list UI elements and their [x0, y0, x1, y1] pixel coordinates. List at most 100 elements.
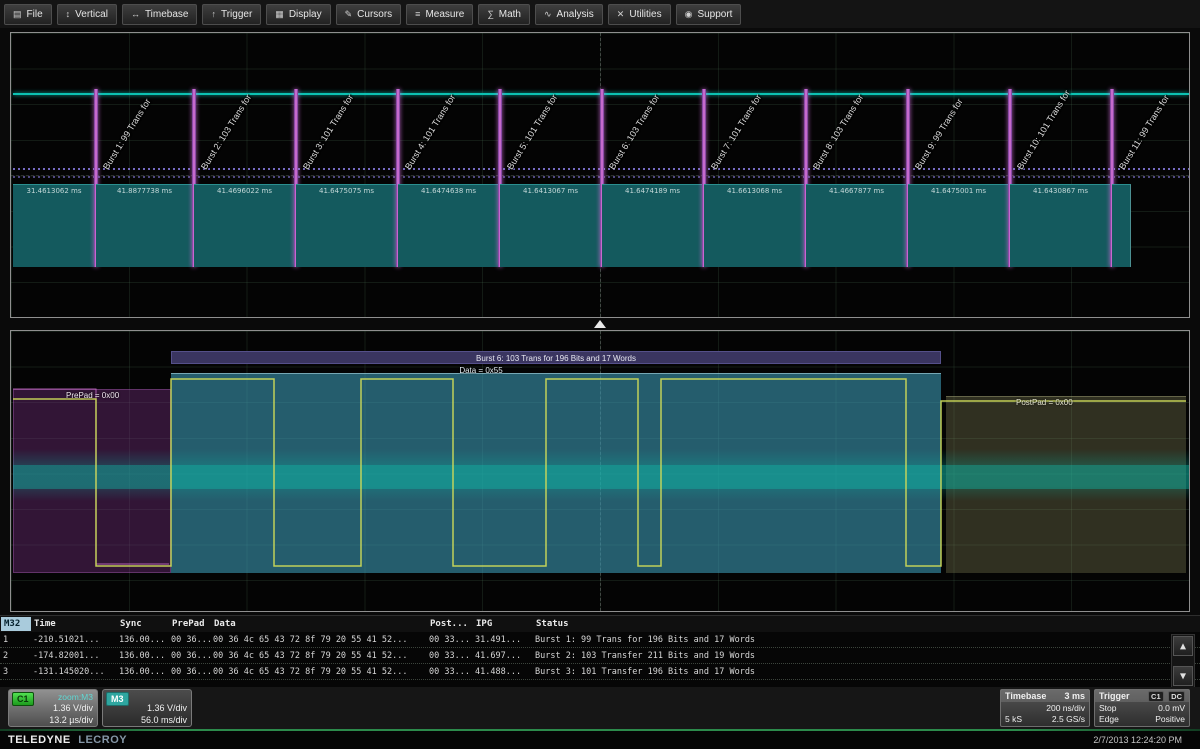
- utilities-icon: ✕: [617, 10, 625, 19]
- column-header-post: Post...: [427, 619, 473, 629]
- menu-button-label: Display: [289, 9, 322, 20]
- table-row[interactable]: 1-210.51021...136.00...00 36...00 36 4c …: [0, 632, 1200, 648]
- menu-button-label: Trigger: [221, 9, 252, 20]
- trigger-source-badge: C1: [1148, 691, 1164, 702]
- scroll-down-button[interactable]: ▼: [1173, 666, 1193, 686]
- table-cell: 00 36 4c 65 43 72 8f 79 20 55 41 52...: [210, 651, 426, 661]
- timebase-per-div: 200 ns/div: [1046, 703, 1085, 713]
- data-value-label: Data = 0x55: [171, 366, 791, 375]
- table-cell: -131.145020...: [30, 667, 116, 677]
- menu-button-file[interactable]: ▤ File: [4, 4, 52, 25]
- menu-button-timebase[interactable]: ↔Timebase: [122, 4, 198, 25]
- c1-badge: C1: [12, 692, 34, 706]
- menu-button-vertical[interactable]: ↕Vertical: [57, 4, 117, 25]
- oscilloscope-screen: ▤File↕Vertical↔Timebase↑Trigger▦Display✎…: [0, 0, 1200, 749]
- gap-time-value: 41.6475001 ms: [908, 187, 1009, 195]
- column-header-data: Data: [211, 619, 427, 629]
- table-cell: 136.00...: [116, 651, 168, 661]
- measure-icon: ≡: [415, 10, 420, 19]
- table-cell: 00 36...: [168, 635, 210, 645]
- gap-time-value: 41.8877738 ms: [96, 187, 193, 195]
- table-cell: 31.491...: [472, 635, 532, 645]
- gap-time-value: 41.6474189 ms: [602, 187, 703, 195]
- footer-bar: TELEDYNE LECROY 2/7/2013 12:24:20 PM: [0, 729, 1200, 749]
- math-icon: ∑: [487, 10, 493, 19]
- menu-button-cursors[interactable]: ✎Cursors: [336, 4, 402, 25]
- gap-time-value: 41.6413067 ms: [500, 187, 601, 195]
- zoom-link-marker-icon: [594, 320, 606, 328]
- gap-measure-segment: 41.4667877 ms: [806, 184, 908, 267]
- menu-button-display[interactable]: ▦ Display: [266, 4, 330, 25]
- main-waveform-panel[interactable]: 31.4613062 msBurst 1: 99 Trans for41.887…: [10, 32, 1190, 318]
- scroll-up-button[interactable]: ▲: [1173, 636, 1193, 656]
- menu-button-support[interactable]: ◉Support: [676, 4, 742, 25]
- trace-m3-descriptor[interactable]: M3 1.36 V/div 56.0 ms/div: [102, 689, 192, 727]
- gap-measure-segment: [1112, 184, 1131, 267]
- table-corner-header[interactable]: M32: [1, 617, 31, 631]
- menu-button-measure[interactable]: ≡ Measure: [406, 4, 473, 25]
- table-cell: 41.697...: [472, 651, 532, 661]
- gap-time-value: 41.4696022 ms: [194, 187, 295, 195]
- trigger-level: 0.0 mV: [1158, 703, 1185, 713]
- prepad-label: PrePad = 0x00: [66, 391, 119, 400]
- m3-volts-per-div: 1.36 V/div: [147, 703, 187, 713]
- menu-button-label: Math: [499, 9, 521, 20]
- brand-logo: TELEDYNE LECROY: [8, 734, 127, 746]
- column-header-ipg: IPG: [473, 619, 533, 629]
- trigger-label: Trigger: [1099, 691, 1130, 701]
- gap-measure-segment: 41.6474638 ms: [398, 184, 500, 267]
- table-cell: -210.51021...: [30, 635, 116, 645]
- table-cell: 00 33...: [426, 651, 472, 661]
- menu-button-analysis[interactable]: ∿ Analysis: [535, 4, 603, 25]
- timebase-samples: 5 kS: [1005, 714, 1022, 724]
- table-cell: 41.488...: [472, 667, 532, 677]
- column-header-time: Time: [31, 619, 117, 629]
- timebase-delay: 3 ms: [1064, 691, 1085, 701]
- table-scrollbar[interactable]: ▲ ▼: [1171, 634, 1195, 688]
- menu-button-math[interactable]: ∑ Math: [478, 4, 530, 25]
- analysis-wave-icon: ∿: [544, 10, 552, 19]
- timebase-label: Timebase: [1005, 691, 1046, 701]
- table-row[interactable]: 2-174.82001...136.00...00 36...00 36 4c …: [0, 648, 1200, 664]
- brand-lecroy: LECROY: [78, 734, 127, 746]
- cursors-icon: ✎: [345, 10, 353, 19]
- file-icon: ▤: [13, 10, 22, 19]
- gap-time-value: 41.6430867 ms: [1010, 187, 1111, 195]
- table-row[interactable]: 3-131.145020...136.00...00 36...00 36 4c…: [0, 664, 1200, 680]
- menu-button-trigger[interactable]: ↑ Trigger: [202, 4, 261, 25]
- vertical-arrows-icon: ↕: [66, 10, 71, 19]
- menu-button-label: File: [27, 9, 43, 20]
- gap-time-value: 31.4613062 ms: [13, 187, 95, 195]
- menu-button-label: Measure: [425, 9, 464, 20]
- decode-result-table: M32TimeSyncPrePadDataPost...IPGStatus 1-…: [0, 615, 1200, 687]
- zoom-waveform-panel[interactable]: Burst 6: 103 Trans for 196 Bits and 17 W…: [10, 330, 1190, 612]
- table-cell: 3: [0, 667, 30, 677]
- m3-time-per-div: 56.0 ms/div: [141, 715, 187, 725]
- table-header-row: M32TimeSyncPrePadDataPost...IPGStatus: [0, 616, 1200, 632]
- table-cell: 136.00...: [116, 635, 168, 645]
- burst-annotation-strip: Burst 6: 103 Trans for 196 Bits and 17 W…: [171, 351, 941, 364]
- gap-measure-segment: 31.4613062 ms: [13, 184, 96, 267]
- menu-button-label: Analysis: [557, 9, 594, 20]
- table-cell: -174.82001...: [30, 651, 116, 661]
- menu-button-label: Support: [697, 9, 732, 20]
- c1-zoom-source-label: zoom:M3: [58, 692, 93, 702]
- brand-teledyne: TELEDYNE: [8, 734, 71, 746]
- trigger-descriptor[interactable]: Trigger C1 DC Stop 0.0 mV Edge Positive: [1094, 689, 1190, 727]
- channel-c1-descriptor[interactable]: C1 zoom:M3 1.36 V/div 13.2 µs/div: [8, 689, 98, 727]
- m3-badge: M3: [106, 692, 129, 706]
- display-grid-icon: ▦: [275, 10, 284, 19]
- c1-time-per-div: 13.2 µs/div: [49, 715, 93, 725]
- timebase-descriptor[interactable]: Timebase 3 ms 200 ns/div 5 kS 2.5 GS/s: [1000, 689, 1090, 727]
- table-cell: 00 36...: [168, 667, 210, 677]
- column-header-status: Status: [533, 619, 1173, 629]
- menu-button-utilities[interactable]: ✕ Utilities: [608, 4, 671, 25]
- trigger-icon: ↑: [211, 10, 216, 19]
- timebase-arrows-icon: ↔: [131, 10, 140, 19]
- column-header-prepad: PrePad: [169, 619, 211, 629]
- menu-button-label: Utilities: [629, 9, 661, 20]
- table-cell: 00 36...: [168, 651, 210, 661]
- column-header-sync: Sync: [117, 619, 169, 629]
- trigger-slope: Positive: [1155, 714, 1185, 724]
- trigger-type: Edge: [1099, 714, 1119, 724]
